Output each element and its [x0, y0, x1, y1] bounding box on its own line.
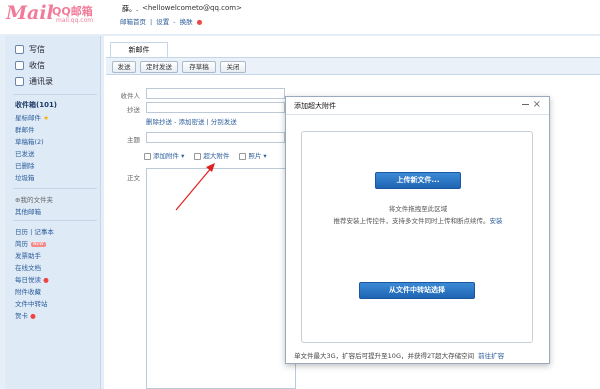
drag-hint: 将文件拖拽至此区域	[388, 205, 448, 213]
close-icon[interactable]: ×	[533, 99, 541, 110]
plugin-hint: 推荐安装上传控件，支持多文件同时上传和断点续传。安装	[302, 215, 534, 225]
large-attachment-dialog: 添加超大附件 × 上传新文件... 将文件拖拽至此区域 推荐安装上传控件，支持多…	[285, 96, 550, 364]
install-link[interactable]: 安装	[490, 217, 503, 225]
size-limit-text: 单文件最大3G，扩容后可提升至10G，并获得2T超大存储空间	[294, 352, 475, 360]
dialog-footer: 单文件最大3G，扩容后可提升至10G，并获得2T超大存储空间 前往扩容	[294, 350, 504, 360]
drop-zone[interactable]: 上传新文件... 将文件拖拽至此区域 推荐安装上传控件，支持多文件同时上传和断点…	[301, 131, 533, 343]
upload-new-file-button[interactable]: 上传新文件...	[375, 172, 461, 189]
plugin-hint-text: 推荐安装上传控件，支持多文件同时上传和断点续传。	[333, 217, 490, 225]
dialog-title: 添加超大附件	[286, 97, 549, 115]
expand-storage-link[interactable]: 前往扩容	[478, 352, 504, 360]
choose-from-transfer-button[interactable]: 从文件中转站选择	[359, 282, 475, 299]
minimize-icon[interactable]	[522, 104, 529, 105]
red-arrow-line	[175, 166, 213, 211]
red-arrow-head	[206, 163, 215, 172]
